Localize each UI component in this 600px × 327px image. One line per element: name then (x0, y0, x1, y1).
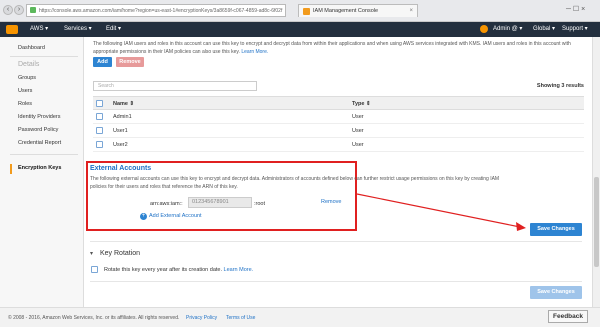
close-tab-icon[interactable]: × (409, 5, 413, 17)
learn-more-link[interactable]: Learn More. (241, 49, 268, 55)
sidebar-divider (10, 56, 78, 57)
active-indicator (10, 164, 12, 174)
add-external-account-label: Add External Account (149, 213, 202, 219)
terms-of-use-link[interactable]: Terms of Use (226, 315, 255, 321)
save-changes-button-disabled[interactable]: Save Changes (530, 286, 582, 299)
arn-prefix: arn:aws:iam:: (150, 201, 183, 207)
rotate-key-checkbox[interactable] (91, 266, 98, 273)
section-divider (90, 281, 582, 282)
key-rotation-title[interactable]: Key Rotation (100, 250, 140, 257)
select-all-checkbox[interactable] (96, 100, 103, 107)
key-users-description: The following IAM users and roles in thi… (93, 41, 588, 56)
lock-icon (30, 7, 36, 13)
sidebar-divider (10, 154, 78, 155)
plus-icon: + (140, 213, 147, 220)
sidebar-item-roles[interactable]: Roles (18, 101, 32, 107)
remove-button[interactable]: Remove (116, 57, 144, 67)
browser-tab[interactable]: IAM Management Console × (298, 4, 418, 17)
name-column-header[interactable]: Name ⇕ (113, 101, 134, 107)
key-rotation-text: Rotate this key every year after its cre… (104, 267, 223, 273)
row-checkbox[interactable] (96, 127, 103, 134)
row-type: User (352, 128, 364, 134)
sidebar-item-encryption-keys[interactable]: Encryption Keys (18, 165, 61, 171)
sidebar-item-credential-report[interactable]: Credential Report (18, 140, 61, 146)
search-input[interactable]: Search (93, 81, 257, 91)
back-icon[interactable]: ‹ (3, 5, 13, 15)
row-type: User (352, 142, 364, 148)
row-type: User (352, 114, 364, 120)
row-name[interactable]: User1 (113, 128, 128, 134)
table-row[interactable]: User2 User (93, 138, 584, 152)
forward-icon[interactable]: › (14, 5, 24, 15)
arn-suffix: :root (254, 201, 266, 207)
feedback-button[interactable]: Feedback (548, 310, 588, 323)
window-controls[interactable]: ─ ☐ × (566, 5, 585, 13)
aws-menu[interactable]: AWS ▾ (30, 25, 48, 32)
privacy-policy-link[interactable]: Privacy Policy (186, 315, 217, 321)
row-checkbox[interactable] (96, 141, 103, 148)
key-users-table: Name ⇕ Type ⇕ Admin1 User User1 User Use… (93, 96, 584, 152)
aws-navbar: AWS ▾ Services ▾ Edit ▾ Admin @ ▾ Global… (0, 22, 600, 37)
edit-menu[interactable]: Edit ▾ (106, 25, 121, 32)
sidebar-item-users[interactable]: Users (18, 88, 32, 94)
add-button[interactable]: Add (93, 57, 112, 67)
external-accounts-title: External Accounts (90, 165, 152, 172)
aws-cube-icon[interactable] (6, 25, 18, 34)
sidebar-item-groups[interactable]: Groups (18, 75, 36, 81)
save-changes-button[interactable]: Save Changes (530, 223, 582, 236)
row-name[interactable]: Admin1 (113, 114, 132, 120)
section-divider (90, 241, 582, 242)
support-menu[interactable]: Support ▾ (562, 25, 588, 32)
scrollbar-thumb[interactable] (594, 177, 599, 267)
sidebar: Dashboard Details Groups Users Roles Ide… (0, 37, 84, 307)
results-count: Showing 3 results (536, 83, 584, 89)
sidebar-item-dashboard[interactable]: Dashboard (18, 45, 45, 51)
sidebar-item-password-policy[interactable]: Password Policy (18, 127, 58, 133)
sidebar-heading-details: Details (18, 61, 40, 68)
browser-toolbar: ‹ › https://console.aws.amazon.com/iam/h… (0, 0, 600, 22)
copyright-text: © 2008 - 2016, Amazon Web Services, Inc.… (8, 315, 180, 321)
row-checkbox[interactable] (96, 113, 103, 120)
type-column-header[interactable]: Type ⇕ (352, 101, 371, 107)
services-menu[interactable]: Services ▾ (64, 25, 92, 32)
region-menu[interactable]: Global ▾ (533, 25, 555, 32)
key-rotation-label: Rotate this key every year after its cre… (104, 267, 253, 273)
key-rotation-learn-more-link[interactable]: Learn More. (224, 267, 254, 273)
alert-bell-icon[interactable] (480, 25, 488, 33)
table-header: Name ⇕ Type ⇕ (93, 96, 584, 110)
footer: © 2008 - 2016, Amazon Web Services, Inc.… (0, 307, 600, 327)
row-name[interactable]: User2 (113, 142, 128, 148)
sidebar-item-identity-providers[interactable]: Identity Providers (18, 114, 61, 120)
user-menu[interactable]: Admin @ ▾ (493, 25, 522, 32)
address-bar[interactable]: https://console.aws.amazon.com/iam/home?… (26, 4, 286, 17)
key-users-text: The following IAM users and roles in thi… (93, 41, 571, 55)
account-id-input[interactable]: 012345678901 (188, 197, 252, 208)
collapse-caret-icon[interactable]: ▾ (90, 250, 93, 257)
aws-favicon-icon (303, 8, 310, 15)
table-row[interactable]: User1 User (93, 124, 584, 138)
external-accounts-description: The following external accounts can use … (90, 176, 500, 190)
scrollbar[interactable] (592, 37, 600, 307)
remove-external-account-link[interactable]: Remove (321, 199, 341, 205)
table-row[interactable]: Admin1 User (93, 110, 584, 124)
add-external-account-link[interactable]: + Add External Account (140, 213, 202, 220)
tab-title: IAM Management Console (313, 8, 379, 14)
